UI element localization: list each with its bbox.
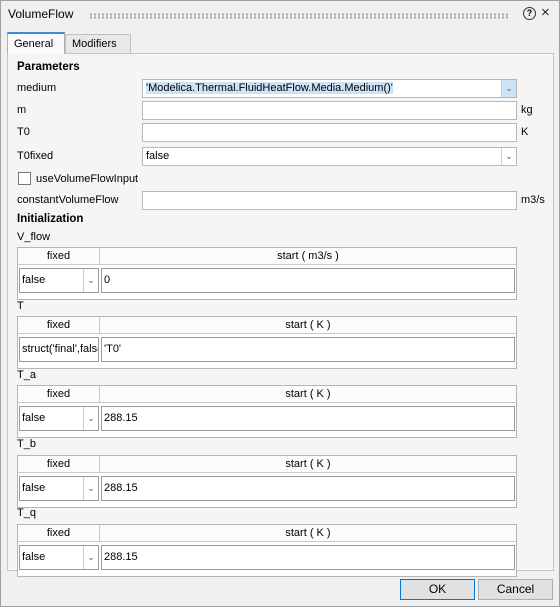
- t0-input[interactable]: [142, 123, 517, 142]
- m-unit: kg: [521, 104, 533, 116]
- v-flow-label: V_flow: [17, 231, 51, 243]
- m-label: m: [17, 104, 27, 116]
- use-volume-flow-input-label[interactable]: useVolumeFlowInput: [36, 173, 138, 185]
- t-a-start-input[interactable]: 288.15: [101, 406, 515, 431]
- t-b-fixed-select[interactable]: false ⌄: [19, 476, 99, 501]
- t-init-table: fixed start ( K ) struct('final',false '…: [17, 316, 517, 369]
- v-flow-fixed-select[interactable]: false ⌄: [19, 268, 99, 293]
- chevron-down-icon[interactable]: ⌄: [501, 80, 516, 97]
- t-q-start-input[interactable]: 288.15: [101, 545, 515, 570]
- constant-volume-flow-unit: m3/s: [521, 194, 545, 206]
- t0fixed-value: false: [146, 150, 170, 162]
- help-icon[interactable]: ?: [523, 7, 536, 20]
- use-volume-flow-input-checkbox[interactable]: [18, 172, 31, 185]
- fixed-header: fixed: [18, 525, 100, 542]
- t-q-label: T_q: [17, 507, 36, 519]
- constant-volume-flow-input[interactable]: [142, 191, 517, 210]
- t-q-init-table: fixed start ( K ) false ⌄ 288.15: [17, 524, 517, 577]
- start-header: start ( K ): [100, 386, 516, 403]
- chevron-down-icon[interactable]: ⌄: [83, 407, 98, 430]
- t-q-fixed-value: false: [22, 551, 46, 563]
- v-flow-fixed-value: false: [22, 274, 46, 286]
- t-b-label: T_b: [17, 438, 36, 450]
- t-b-init-table: fixed start ( K ) false ⌄ 288.15: [17, 455, 517, 508]
- t0-unit: K: [521, 126, 529, 138]
- t-label: T: [17, 300, 24, 312]
- chevron-down-icon[interactable]: ⌄: [83, 546, 98, 569]
- t-q-fixed-select[interactable]: false ⌄: [19, 545, 99, 570]
- chevron-down-icon[interactable]: ⌄: [83, 477, 98, 500]
- t0fixed-combo[interactable]: false ⌄: [142, 147, 517, 166]
- fixed-header: fixed: [18, 248, 100, 265]
- medium-combo[interactable]: 'Modelica.Thermal.FluidHeatFlow.Media.Me…: [142, 79, 517, 98]
- m-input[interactable]: [142, 101, 517, 120]
- t0-label: T0: [17, 126, 30, 138]
- medium-value: 'Modelica.Thermal.FluidHeatFlow.Media.Me…: [146, 82, 393, 94]
- ok-button[interactable]: OK: [400, 579, 475, 600]
- t-a-fixed-select[interactable]: false ⌄: [19, 406, 99, 431]
- tab-modifiers[interactable]: Modifiers: [65, 34, 131, 54]
- parameters-heading: Parameters: [17, 61, 80, 73]
- t-start-input[interactable]: 'T0': [101, 337, 515, 362]
- fixed-header: fixed: [18, 456, 100, 473]
- constant-volume-flow-label: constantVolumeFlow: [17, 194, 119, 206]
- medium-label: medium: [17, 82, 57, 94]
- t-fixed-input[interactable]: struct('final',false: [19, 337, 99, 362]
- volumeflow-dialog: VolumeFlow ? × General Modifiers Paramet…: [0, 0, 560, 607]
- fixed-header: fixed: [18, 317, 100, 334]
- start-header: start ( m3/s ): [100, 248, 516, 265]
- t-b-fixed-value: false: [22, 482, 46, 494]
- window-title: VolumeFlow: [8, 7, 74, 21]
- t-a-fixed-value: false: [22, 412, 46, 424]
- t-a-label: T_a: [17, 369, 36, 381]
- start-header: start ( K ): [100, 525, 516, 542]
- cancel-button[interactable]: Cancel: [478, 579, 553, 600]
- chevron-down-icon[interactable]: ⌄: [83, 269, 98, 292]
- fixed-header: fixed: [18, 386, 100, 403]
- close-icon[interactable]: ×: [541, 4, 550, 21]
- ok-button-label: OK: [428, 582, 447, 596]
- drag-handle[interactable]: [89, 13, 509, 19]
- v-flow-start-input[interactable]: 0: [101, 268, 515, 293]
- initialization-heading: Initialization: [17, 213, 84, 225]
- t-a-init-table: fixed start ( K ) false ⌄ 288.15: [17, 385, 517, 438]
- t-b-start-input[interactable]: 288.15: [101, 476, 515, 501]
- tab-bar: General Modifiers: [7, 32, 553, 54]
- general-panel: Parameters medium 'Modelica.Thermal.Flui…: [7, 53, 554, 577]
- cancel-button-label: Cancel: [496, 582, 535, 596]
- t-fixed-value: struct('final',false: [22, 343, 99, 355]
- start-header: start ( K ): [100, 456, 516, 473]
- tab-general[interactable]: General: [7, 32, 65, 54]
- chevron-down-icon[interactable]: ⌄: [501, 148, 516, 165]
- start-header: start ( K ): [100, 317, 516, 334]
- v-flow-init-table: fixed start ( m3/s ) false ⌄ 0: [17, 247, 517, 300]
- title-bar[interactable]: VolumeFlow ? ×: [1, 1, 559, 29]
- t0fixed-label: T0fixed: [17, 150, 54, 162]
